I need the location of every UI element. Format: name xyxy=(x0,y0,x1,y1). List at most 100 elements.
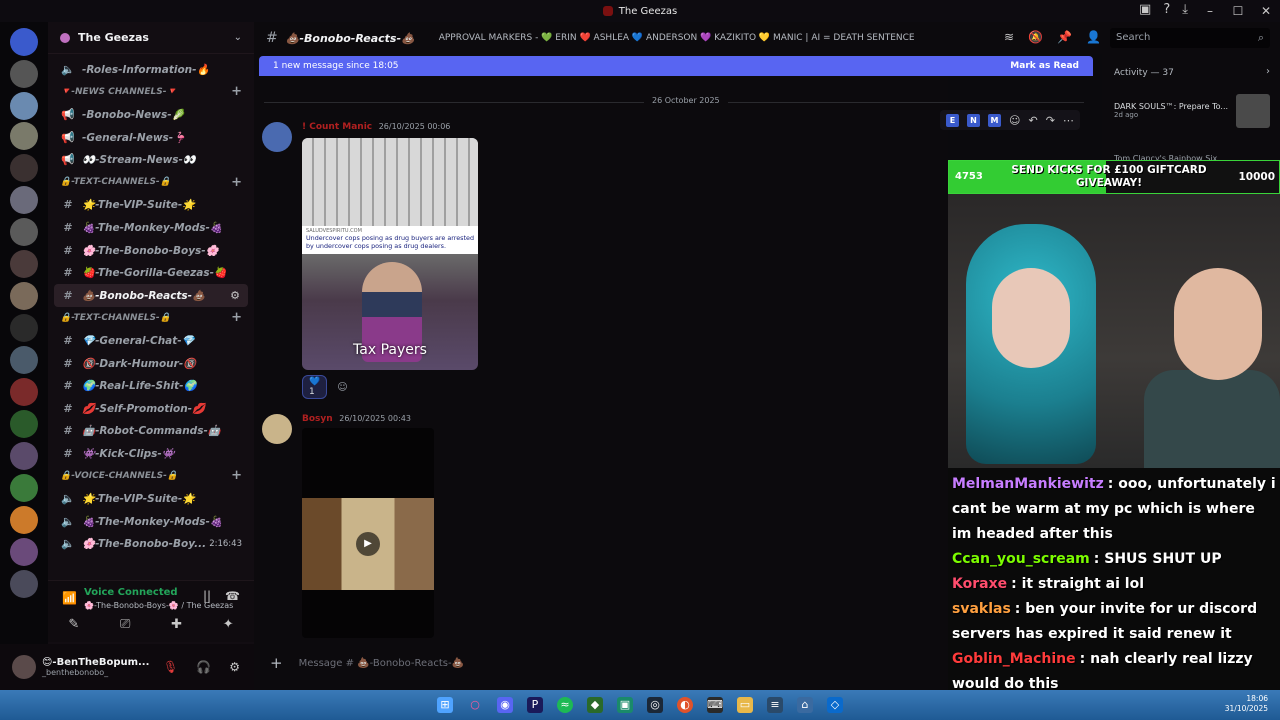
spotify-icon[interactable]: ≈ xyxy=(557,697,573,713)
more-options-icon[interactable]: ⋯ xyxy=(1063,114,1074,127)
app-icon[interactable]: ⌂ xyxy=(797,697,813,713)
meme-image[interactable]: SALUDVESPIRITU.COM Undercover cops posin… xyxy=(302,138,478,370)
sidebar-item[interactable]: # 💎-General-Chat-💎 xyxy=(48,329,254,352)
channel-category[interactable]: 🔒-VOICE-CHANNELS-🔒 + xyxy=(48,465,254,488)
add-channel-icon[interactable]: + xyxy=(231,468,242,483)
discord-icon[interactable]: ◉ xyxy=(497,697,513,713)
search-input[interactable]: Search ⌕ xyxy=(1110,28,1270,48)
members-icon[interactable]: 👤 xyxy=(1086,30,1101,44)
terminal-icon[interactable]: ⌨ xyxy=(707,697,723,713)
voice-status[interactable]: Voice Connected xyxy=(84,587,178,598)
minimize-icon[interactable]: – xyxy=(1196,4,1224,18)
server-icon[interactable] xyxy=(10,218,38,246)
message-author[interactable]: Bosyn xyxy=(302,414,333,424)
server-icon[interactable] xyxy=(10,122,38,150)
channel-topic[interactable]: APPROVAL MARKERS - 💚 ERIN ❤️ ASHLEA 💙 AN… xyxy=(439,33,915,43)
close-icon[interactable]: ✕ xyxy=(1252,4,1280,18)
server-header[interactable]: The Geezas ⌄ xyxy=(48,22,254,54)
server-icon[interactable] xyxy=(10,442,38,470)
sidebar-item[interactable]: # 🌸-The-Bonobo-Boys-🌸 xyxy=(48,239,254,262)
sidebar-item[interactable]: # 🔞-Dark-Humour-🔞 xyxy=(48,352,254,375)
message-author[interactable]: ! Count Manic xyxy=(302,122,372,132)
firefox-icon[interactable]: ◐ xyxy=(677,697,693,713)
quick-react-m-icon[interactable]: M xyxy=(988,113,1001,127)
system-clock[interactable]: 18:06 31/10/2025 xyxy=(1225,694,1268,714)
notepad-icon[interactable]: ≡ xyxy=(767,697,783,713)
channel-category[interactable]: 🔒-TEXT-CHANNELS-🔒 + xyxy=(48,307,254,330)
sidebar-item[interactable]: # 🍓-The-Gorilla-Geezas-🍓 xyxy=(48,261,254,284)
signal-icon[interactable]: 📶 xyxy=(62,591,77,605)
server-icon[interactable] xyxy=(10,538,38,566)
server-icon[interactable] xyxy=(10,250,38,278)
reaction-pill[interactable]: 💙 1 xyxy=(302,375,328,399)
add-channel-icon[interactable]: + xyxy=(231,310,242,325)
server-icon-dm[interactable] xyxy=(10,28,38,56)
download-icon[interactable]: ⤓ xyxy=(1182,2,1188,17)
help-icon[interactable]: ? xyxy=(1163,2,1170,17)
soundboard-icon[interactable]: ✦ xyxy=(223,617,234,632)
sidebar-item[interactable]: # 🌍-Real-Life-Shit-🌍 xyxy=(48,374,254,397)
sidebar-item[interactable]: # 🤖-Robot-Commands-🤖 xyxy=(48,420,254,443)
sidebar-item[interactable]: 📢 👀-Stream-News-👀 xyxy=(48,148,254,171)
user-names[interactable]: 😊-BenTheBopum... _benthebonobo_ xyxy=(42,657,149,677)
activities-icon[interactable]: ✚ xyxy=(171,617,182,632)
steam-icon[interactable]: ◎ xyxy=(647,697,663,713)
deafen-icon[interactable]: 🎧 xyxy=(196,660,211,674)
gear-icon[interactable]: ⚙ xyxy=(230,289,240,302)
mute-mic-icon[interactable]: 🎙 xyxy=(163,660,178,674)
server-icon[interactable] xyxy=(10,506,38,534)
avatar[interactable] xyxy=(12,655,36,679)
premiere-icon[interactable]: P xyxy=(527,697,543,713)
server-icon[interactable] xyxy=(10,474,38,502)
disconnect-icon[interactable]: ☎ xyxy=(225,589,240,603)
nvidia-icon[interactable]: ◆ xyxy=(587,697,603,713)
server-icon[interactable] xyxy=(10,154,38,182)
sidebar-item[interactable]: 🔈 🍇-The-Monkey-Mods-🍇 xyxy=(48,510,254,533)
avatar[interactable] xyxy=(262,122,292,152)
mark-as-read-button[interactable]: Mark as Read xyxy=(1010,61,1079,71)
noise-suppression-icon[interactable]: || xyxy=(203,589,211,603)
attach-plus-icon[interactable]: + xyxy=(270,654,283,672)
camera-icon[interactable]: ✎ xyxy=(68,617,79,632)
forward-icon[interactable]: ↷ xyxy=(1046,114,1055,127)
reply-icon[interactable]: ↶ xyxy=(1028,114,1037,127)
server-icon[interactable] xyxy=(10,186,38,214)
sidebar-item[interactable]: # 👾-Kick-Clips-👾 xyxy=(48,442,254,465)
video-embed[interactable]: ▶ xyxy=(302,428,434,638)
play-icon[interactable]: ▶ xyxy=(356,532,380,556)
folder-icon[interactable]: ▭ xyxy=(737,697,753,713)
screen-share-icon[interactable]: ⎚ xyxy=(120,617,130,632)
add-reaction-icon[interactable]: ☺ xyxy=(337,382,347,393)
pin-icon[interactable]: 📌 xyxy=(1057,30,1072,44)
sidebar-item[interactable]: 🔈 🌸-The-Bonobo-Boy... 2:16:43 xyxy=(48,532,254,555)
sidebar-item[interactable]: 📢 -General-News-🦩 xyxy=(48,126,254,149)
search-icon[interactable]: ○ xyxy=(467,697,483,713)
server-icon[interactable] xyxy=(10,314,38,342)
activity-title[interactable]: Activity — 37 xyxy=(1114,68,1174,78)
vscode-icon[interactable]: ◇ xyxy=(827,697,843,713)
activity-item[interactable]: DARK SOULS™: Prepare To... 2d ago xyxy=(1114,102,1244,119)
chevron-right-icon[interactable]: › xyxy=(1266,66,1270,77)
inbox-icon[interactable]: ▣ xyxy=(1139,2,1151,17)
sidebar-item-active[interactable]: # 💩-Bonobo-Reacts-💩 ⚙ xyxy=(54,283,248,307)
threads-icon[interactable]: ≋ xyxy=(1004,30,1014,44)
start-icon[interactable]: ⊞ xyxy=(437,697,453,713)
sidebar-item[interactable]: 🔈 -Roles-Information-🔥 xyxy=(48,58,254,81)
sidebar-item[interactable]: # 🌟-The-VIP-Suite-🌟 xyxy=(48,194,254,217)
server-icon[interactable] xyxy=(10,570,38,598)
add-reaction-icon[interactable]: ☺ xyxy=(1009,114,1020,127)
notification-bell-icon[interactable]: 🔕 xyxy=(1028,30,1043,44)
server-icon[interactable] xyxy=(10,410,38,438)
sidebar-item[interactable]: # 💋-Self-Promotion-💋 xyxy=(48,397,254,420)
add-channel-icon[interactable]: + xyxy=(231,175,242,190)
add-channel-icon[interactable]: + xyxy=(231,84,242,99)
server-icon[interactable] xyxy=(10,282,38,310)
gear-icon[interactable]: ⚙ xyxy=(229,660,240,674)
channel-category[interactable]: 🔻-NEWS CHANNELS-🔻 + xyxy=(48,81,254,104)
sidebar-item[interactable]: 📢 -Bonobo-News-🥬 xyxy=(48,103,254,126)
new-messages-bar[interactable]: 1 new message since 18:05 Mark as Read xyxy=(259,56,1093,76)
quick-react-e-icon[interactable]: E xyxy=(946,113,959,127)
server-icon[interactable] xyxy=(10,346,38,374)
avatar[interactable] xyxy=(262,414,292,444)
maximize-icon[interactable]: ☐ xyxy=(1224,4,1252,18)
